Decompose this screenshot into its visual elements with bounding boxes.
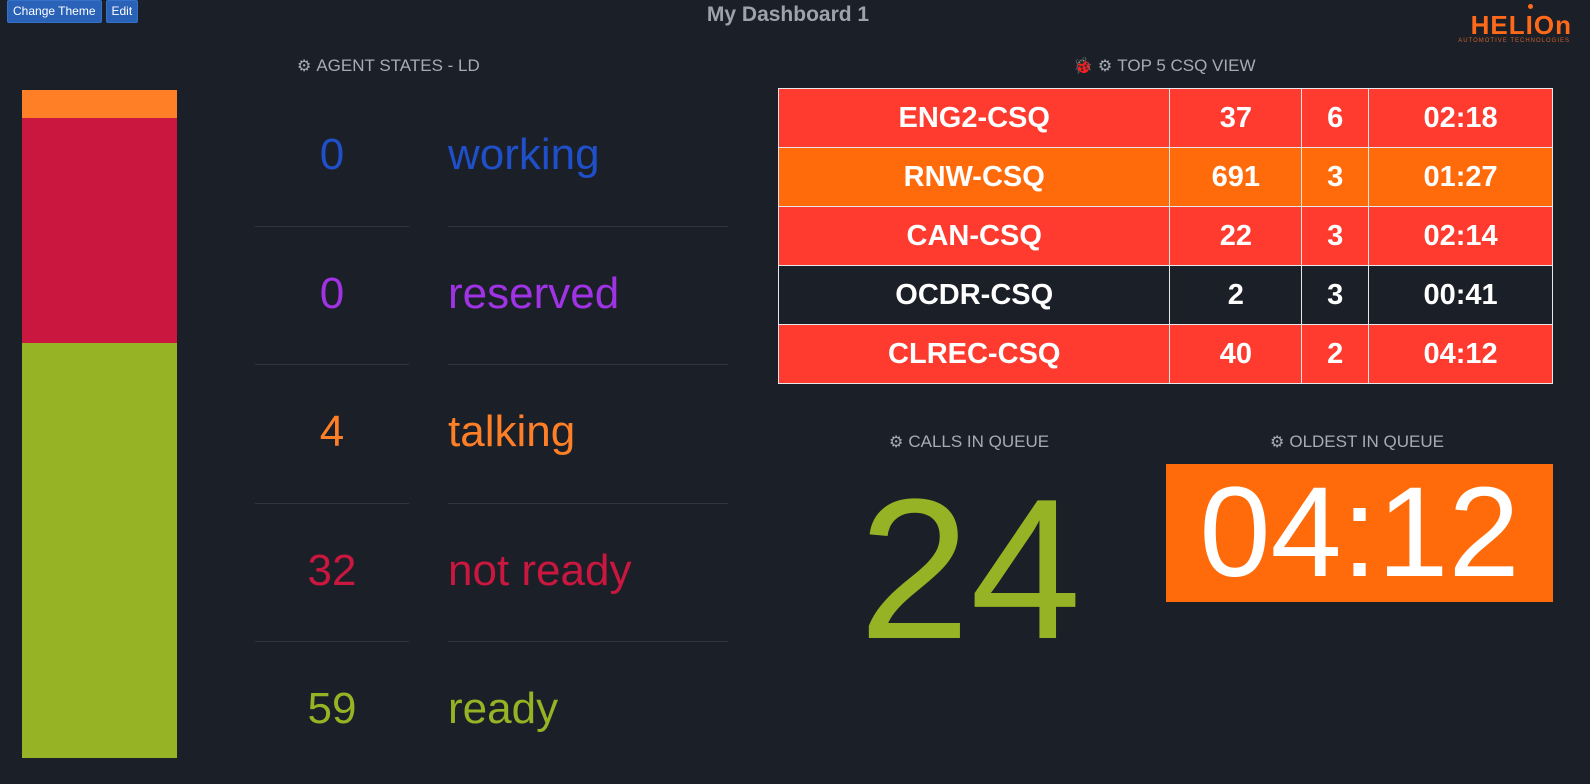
oldest-in-queue-value: 04:12	[1199, 461, 1520, 604]
agent-state-count: 0	[319, 130, 345, 179]
csq-count: 40	[1169, 324, 1303, 384]
gear-icon[interactable]: ⚙	[297, 56, 311, 76]
calls-in-queue-value: 24	[858, 458, 1082, 681]
gear-icon[interactable]: ⚙	[1098, 56, 1112, 76]
csq-count: 22	[1169, 206, 1303, 266]
agent-states-title: AGENT STATES - LD	[316, 56, 480, 75]
agent-state-row: 59 ready	[255, 642, 728, 781]
helion-logo: HELIOn AUTOMOTIVE TECHNOLOGIES	[1442, 2, 1572, 46]
csq-agents: 6	[1301, 88, 1370, 148]
csq-count: 691	[1169, 147, 1303, 207]
dashboard-page: Change Theme Edit My Dashboard 1 HELIOn …	[0, 0, 1590, 784]
logo-dot-icon	[1528, 4, 1533, 9]
agent-state-label: working	[448, 130, 600, 179]
csq-time: 01:27	[1368, 147, 1553, 207]
csq-agents: 3	[1301, 265, 1370, 325]
calls-in-queue-title: CALLS IN QUEUE	[908, 432, 1050, 451]
stack-segment-talking	[22, 90, 177, 119]
gear-icon[interactable]: ⚙	[889, 432, 903, 452]
agent-state-row: 4 talking	[255, 365, 728, 504]
agent-state-row: 32 not ready	[255, 504, 728, 642]
logo-text: HELIOn	[1470, 10, 1572, 40]
agent-state-row: 0 reserved	[255, 227, 728, 365]
csq-name: ENG2-CSQ	[777, 88, 1171, 148]
agent-states-list: 0 working 0 reserved 4 talking 32 not ready 59 re…	[255, 88, 728, 781]
csq-row: ENG2-CSQ 37 6 02:18	[777, 88, 1553, 148]
csq-count: 37	[1169, 88, 1303, 148]
csq-time: 02:18	[1368, 88, 1553, 148]
stack-segment-not-ready	[22, 118, 177, 344]
csq-view-title: TOP 5 CSQ VIEW	[1117, 56, 1256, 75]
agent-state-stack-bar	[22, 90, 177, 758]
csq-name: RNW-CSQ	[777, 147, 1171, 207]
csq-name: CAN-CSQ	[777, 206, 1171, 266]
csq-count: 2	[1169, 265, 1303, 325]
csq-row: OCDR-CSQ 2 3 00:41	[777, 265, 1553, 325]
oldest-in-queue-title: OLDEST IN QUEUE	[1289, 432, 1444, 451]
csq-time: 02:14	[1368, 206, 1553, 266]
gear-icon[interactable]: ⚙	[1270, 432, 1284, 452]
agent-state-label: ready	[448, 684, 559, 733]
calls-in-queue-heading: ⚙ CALLS IN QUEUE	[889, 432, 1049, 452]
csq-time: 00:41	[1368, 265, 1553, 325]
agent-state-count: 4	[319, 407, 345, 456]
csq-agents: 2	[1301, 324, 1370, 384]
csq-row: CLREC-CSQ 40 2 04:12	[777, 324, 1553, 384]
agent-state-label: talking	[448, 407, 576, 456]
csq-row: RNW-CSQ 691 3 01:27	[777, 147, 1553, 207]
csq-table: ENG2-CSQ 37 6 02:18 RNW-CSQ 691 3 01:27 CAN-CSQ 2…	[777, 88, 1553, 384]
agent-state-count: 32	[307, 545, 357, 595]
bug-icon[interactable]: 🐞	[1073, 56, 1093, 76]
csq-view-heading: 🐞 ⚙ TOP 5 CSQ VIEW	[1073, 56, 1256, 76]
csq-name: OCDR-CSQ	[777, 265, 1171, 325]
agent-state-row: 0 working	[255, 88, 728, 227]
oldest-in-queue-box: 04:12	[1166, 464, 1553, 602]
agent-state-count: 0	[319, 268, 345, 318]
oldest-in-queue-heading: ⚙ OLDEST IN QUEUE	[1270, 432, 1444, 452]
csq-name: CLREC-CSQ	[777, 324, 1171, 384]
csq-agents: 3	[1301, 206, 1370, 266]
csq-row: CAN-CSQ 22 3 02:14	[777, 206, 1553, 266]
csq-time: 04:12	[1368, 324, 1553, 384]
agent-state-label: not ready	[448, 545, 632, 595]
agent-states-heading: ⚙ AGENT STATES - LD	[297, 56, 480, 76]
logo-tagline: AUTOMOTIVE TECHNOLOGIES	[1458, 38, 1570, 44]
agent-state-count: 59	[307, 684, 357, 733]
dashboard-title: My Dashboard 1	[706, 3, 870, 26]
agent-state-label: reserved	[448, 268, 620, 318]
stack-segment-ready	[22, 343, 177, 758]
csq-agents: 3	[1301, 147, 1370, 207]
